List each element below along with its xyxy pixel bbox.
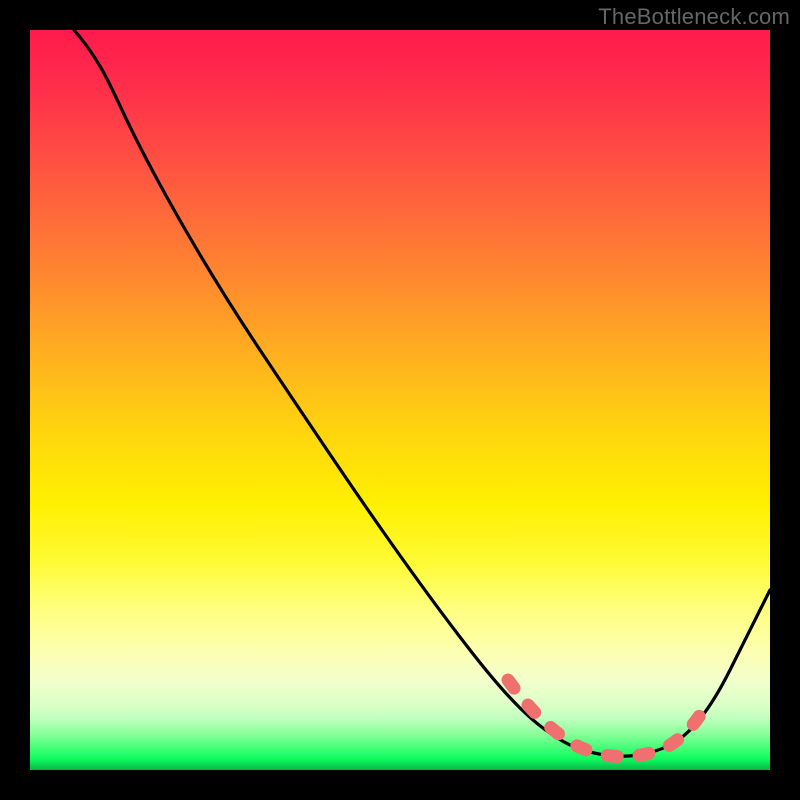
bottleneck-curve [74,30,770,756]
watermark-text: TheBottleneck.com [598,4,790,30]
optimal-region-dots [508,680,702,757]
chart-frame: TheBottleneck.com [0,0,800,800]
gradient-plot-area [30,30,770,770]
curve-svg [30,30,770,770]
